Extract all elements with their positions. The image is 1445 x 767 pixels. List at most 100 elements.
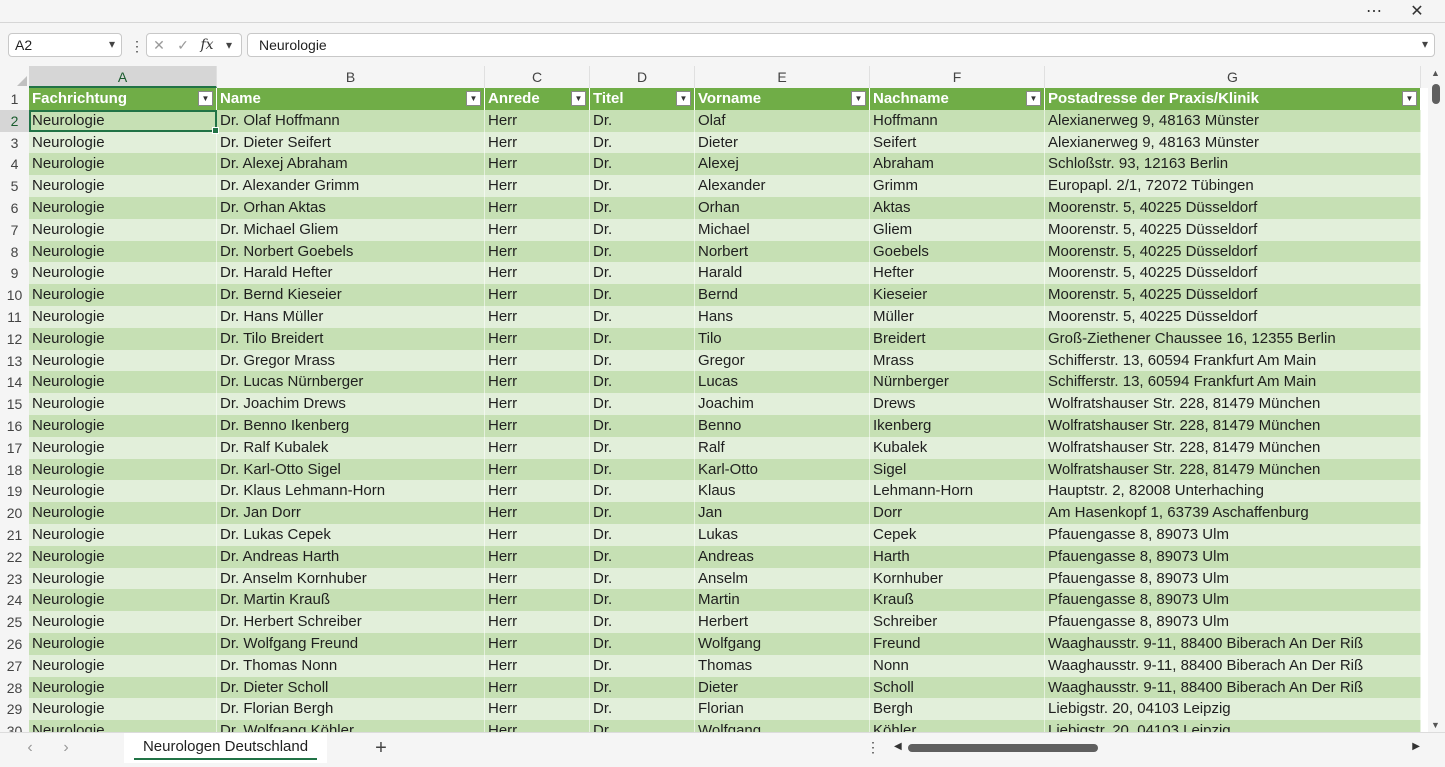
table-cell[interactable]: Neurologie — [29, 524, 217, 546]
table-cell[interactable]: Schreiber — [870, 611, 1045, 633]
add-sheet-icon[interactable]: + — [370, 737, 392, 760]
row-header-28[interactable]: 28 — [0, 676, 29, 699]
table-cell[interactable]: Freund — [870, 633, 1045, 655]
table-cell[interactable]: Herr — [485, 109, 590, 132]
table-cell[interactable]: Dr. Michael Gliem — [217, 218, 485, 241]
table-cell[interactable]: Dr. Norbert Goebels — [217, 240, 485, 263]
filter-dropdown-icon[interactable]: ▼ — [198, 91, 213, 106]
table-cell[interactable]: Neurologie — [29, 676, 217, 699]
table-cell[interactable]: Neurologie — [29, 633, 217, 655]
table-cell[interactable]: Wolfratshauser Str. 228, 81479 München — [1045, 436, 1421, 459]
table-cell[interactable]: Neurologie — [29, 698, 217, 721]
table-cell[interactable]: Dr. — [590, 480, 695, 503]
row-header-15[interactable]: 15 — [0, 393, 29, 415]
table-cell[interactable]: Herr — [485, 480, 590, 503]
column-header-g[interactable]: G — [1045, 66, 1421, 88]
formula-input[interactable]: Neurologie ▾ — [247, 33, 1435, 57]
table-cell[interactable]: Neurologie — [29, 131, 217, 154]
table-cell[interactable]: Nürnberger — [870, 371, 1045, 394]
table-cell[interactable]: Herr — [485, 327, 590, 350]
table-cell[interactable]: Kornhuber — [870, 567, 1045, 590]
table-cell[interactable]: Neurologie — [29, 720, 217, 732]
row-header-9[interactable]: 9 — [0, 262, 29, 285]
table-cell[interactable]: Dr. — [590, 611, 695, 633]
table-cell[interactable]: Dr. — [590, 131, 695, 154]
table-cell[interactable]: Schifferstr. 13, 60594 Frankfurt Am Main — [1045, 349, 1421, 372]
table-cell[interactable]: Dr. Hans Müller — [217, 306, 485, 328]
table-cell[interactable]: Hans — [695, 306, 870, 328]
table-cell[interactable]: Pfauengasse 8, 89073 Ulm — [1045, 611, 1421, 633]
table-cell[interactable]: Herr — [485, 611, 590, 633]
table-cell[interactable]: Herr — [485, 153, 590, 176]
table-cell[interactable]: Hoffmann — [870, 109, 1045, 132]
enter-icon[interactable]: ✓ — [171, 37, 195, 54]
row-header-8[interactable]: 8 — [0, 240, 29, 263]
table-cell[interactable]: Dr. — [590, 436, 695, 459]
prev-sheet-icon[interactable]: ‹ — [20, 739, 40, 757]
table-cell[interactable]: Thomas — [695, 654, 870, 677]
table-cell[interactable]: Liebigstr. 20, 04103 Leipzig — [1045, 720, 1421, 732]
table-cell[interactable]: Abraham — [870, 153, 1045, 176]
table-cell[interactable]: Neurologie — [29, 415, 217, 437]
row-header-29[interactable]: 29 — [0, 698, 29, 721]
table-cell[interactable]: Dr. Ralf Kubalek — [217, 436, 485, 459]
table-cell[interactable]: Bernd — [695, 284, 870, 306]
table-cell[interactable]: Pfauengasse 8, 89073 Ulm — [1045, 524, 1421, 546]
table-cell[interactable]: Neurologie — [29, 197, 217, 219]
table-cell[interactable]: Dr. Orhan Aktas — [217, 197, 485, 219]
table-cell[interactable]: Dr. Wolfgang Freund — [217, 633, 485, 655]
filter-dropdown-icon[interactable]: ▼ — [1402, 91, 1417, 106]
table-cell[interactable]: Anselm — [695, 567, 870, 590]
table-cell[interactable]: Kubalek — [870, 436, 1045, 459]
table-cell[interactable]: Herr — [485, 197, 590, 219]
table-cell[interactable]: Dr. — [590, 458, 695, 481]
next-sheet-icon[interactable]: › — [56, 739, 76, 757]
vertical-scrollbar[interactable]: ▲ ▼ — [1428, 66, 1445, 732]
table-cell[interactable]: Lucas — [695, 371, 870, 394]
row-header-1[interactable]: 1 — [0, 88, 29, 110]
table-cell[interactable]: Dr. Alexander Grimm — [217, 175, 485, 197]
table-cell[interactable]: Dr. Bernd Kieseier — [217, 284, 485, 306]
row-header-17[interactable]: 17 — [0, 436, 29, 459]
table-cell[interactable]: Dr. Olaf Hoffmann — [217, 109, 485, 132]
header-cell[interactable]: Fachrichtung ▼ — [29, 88, 217, 110]
table-cell[interactable]: Gliem — [870, 218, 1045, 241]
table-cell[interactable]: Dr. — [590, 306, 695, 328]
table-cell[interactable]: Moorenstr. 5, 40225 Düsseldorf — [1045, 197, 1421, 219]
scroll-left-icon[interactable]: ◀ — [894, 741, 902, 752]
table-cell[interactable]: Dr. Jan Dorr — [217, 502, 485, 524]
table-cell[interactable]: Herr — [485, 306, 590, 328]
table-cell[interactable]: Neurologie — [29, 480, 217, 503]
table-cell[interactable]: Jan — [695, 502, 870, 524]
table-cell[interactable]: Herr — [485, 175, 590, 197]
table-cell[interactable]: Herr — [485, 654, 590, 677]
table-cell[interactable]: Herr — [485, 371, 590, 394]
table-cell[interactable]: Herr — [485, 698, 590, 721]
table-cell[interactable]: Dr. — [590, 545, 695, 568]
table-cell[interactable]: Herr — [485, 349, 590, 372]
table-cell[interactable]: Wolfratshauser Str. 228, 81479 München — [1045, 415, 1421, 437]
insert-function-icon[interactable]: fx — [195, 37, 219, 53]
table-cell[interactable]: Herbert — [695, 611, 870, 633]
table-cell[interactable]: Wolfgang — [695, 720, 870, 732]
table-cell[interactable]: Groß-Ziethener Chaussee 16, 12355 Berlin — [1045, 327, 1421, 350]
header-cell[interactable]: Titel ▼ — [590, 88, 695, 110]
row-header-13[interactable]: 13 — [0, 349, 29, 372]
column-header-b[interactable]: B — [217, 66, 485, 88]
row-header-30[interactable]: 30 — [0, 720, 29, 732]
table-cell[interactable]: Dr. — [590, 371, 695, 394]
table-cell[interactable]: Dr. — [590, 502, 695, 524]
table-cell[interactable]: Köhler — [870, 720, 1045, 732]
row-header-26[interactable]: 26 — [0, 633, 29, 655]
table-cell[interactable]: Florian — [695, 698, 870, 721]
table-cell[interactable]: Dr. — [590, 175, 695, 197]
expand-formula-icon[interactable]: ▾ — [1422, 37, 1428, 51]
table-cell[interactable]: Neurologie — [29, 153, 217, 176]
row-header-23[interactable]: 23 — [0, 567, 29, 590]
table-cell[interactable]: Waaghausstr. 9-11, 88400 Biberach An Der… — [1045, 654, 1421, 677]
table-cell[interactable]: Dr. Joachim Drews — [217, 393, 485, 415]
table-cell[interactable]: Dr. — [590, 654, 695, 677]
table-cell[interactable]: Dr. — [590, 567, 695, 590]
header-cell[interactable]: Postadresse der Praxis/Klinik ▼ — [1045, 88, 1421, 110]
table-cell[interactable]: Dr. — [590, 327, 695, 350]
